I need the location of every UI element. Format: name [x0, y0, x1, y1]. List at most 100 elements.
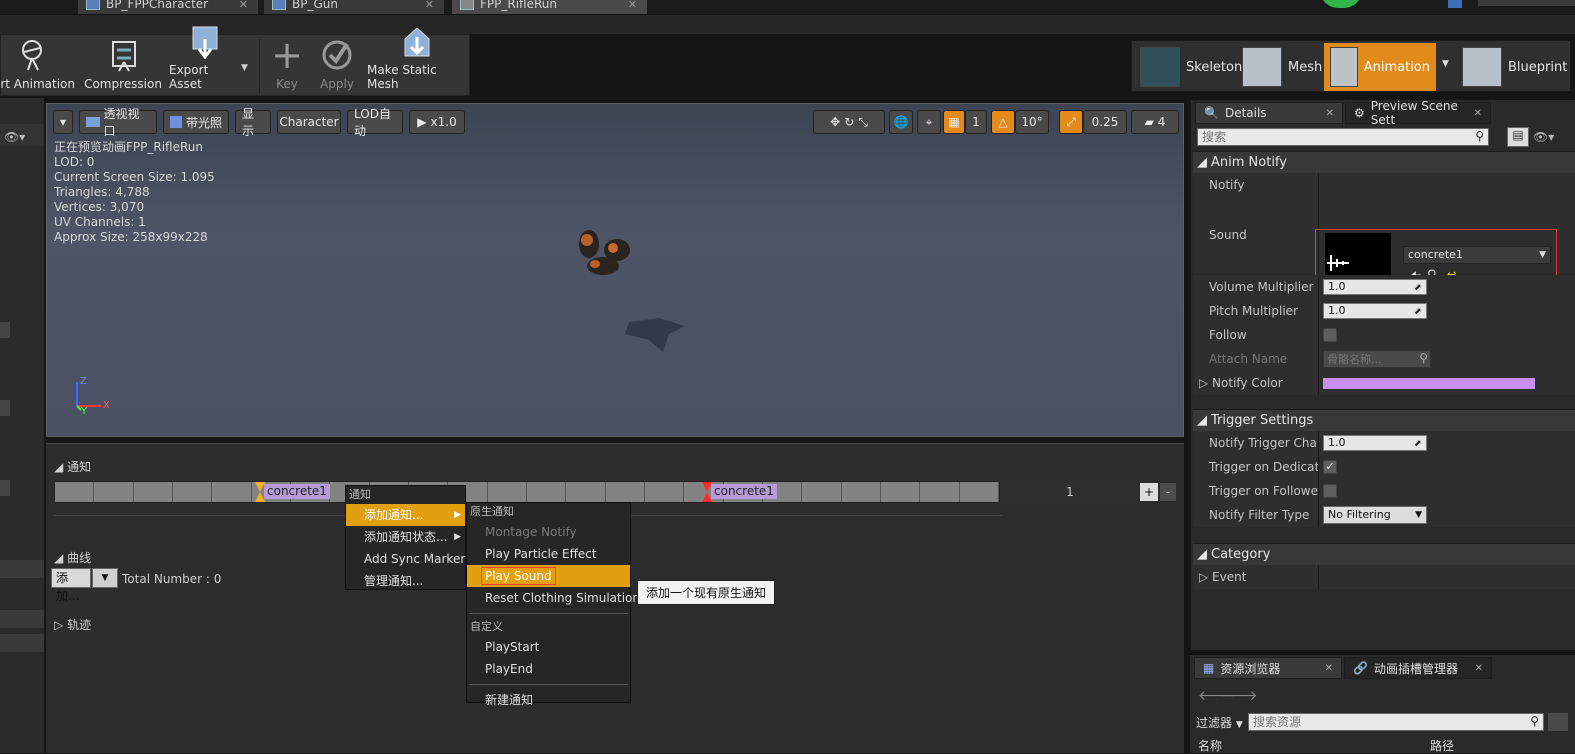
asset-search-box[interactable]: ⚲ — [1248, 713, 1544, 731]
details-search-box[interactable]: ⚲ — [1197, 128, 1489, 146]
category-anim-notify[interactable]: ◢ Anim Notify — [1193, 151, 1575, 173]
menu-item-add-sync-marker[interactable]: Add Sync Marker — [346, 548, 465, 570]
asset-search-input[interactable] — [1249, 714, 1519, 730]
tab-anim-slot-manager[interactable]: 🔗 动画插槽管理器 ✕ — [1344, 657, 1492, 679]
scale-snap-toggle[interactable]: ⤢ — [1059, 110, 1083, 134]
tab-details[interactable]: 🔍 Details ✕ — [1195, 102, 1343, 124]
details-search-input[interactable] — [1198, 129, 1466, 145]
doc-tab-bp-fppcharacter[interactable]: BP_FPPCharacter ✕ — [78, 0, 258, 14]
category-trigger-settings[interactable]: ◢ Trigger Settings — [1193, 409, 1575, 431]
chevron-down-icon[interactable]: ▼ — [1442, 59, 1449, 69]
category-category[interactable]: ◢ Category — [1193, 543, 1575, 565]
notify-track[interactable] — [54, 481, 1000, 503]
preview-viewport[interactable]: ▾ 透视视口 带光照 显示 Character LOD自动 ▶ x1.0 ✥ ↻… — [46, 103, 1184, 437]
tab-content-browser[interactable]: ▦ 资源浏览器 ✕ — [1194, 657, 1342, 679]
close-icon[interactable]: ✕ — [1326, 108, 1334, 119]
viewport-options-button[interactable]: ▾ — [53, 110, 73, 134]
move-icon[interactable]: ✥ — [830, 115, 840, 129]
apply-button[interactable]: Apply — [317, 37, 357, 95]
mode-mesh-button[interactable]: Mesh — [1236, 43, 1328, 91]
rotate-icon[interactable]: ↻ — [844, 115, 854, 129]
surface-snap-button[interactable]: ⌖ — [917, 110, 941, 134]
close-icon[interactable]: ✕ — [425, 0, 434, 11]
eye-icon[interactable]: 👁▾ — [1533, 130, 1554, 144]
window-controls[interactable] — [1478, 0, 1575, 6]
export-asset-button[interactable]: Export Asset — [169, 26, 241, 95]
doc-tab-bp-gun[interactable]: BP_Gun ✕ — [264, 0, 444, 14]
camera-speed-button[interactable]: ▰ 4 — [1131, 110, 1179, 134]
pitch-multiplier-field[interactable]: 1.0 ⬈ — [1323, 303, 1427, 319]
notify-color-swatch[interactable] — [1323, 377, 1535, 389]
left-panel-field[interactable] — [0, 322, 10, 338]
notify-chip-concrete1[interactable]: concrete1 — [264, 484, 330, 499]
perspective-button[interactable]: 透视视口 — [79, 107, 157, 138]
sound-asset-picker[interactable]: concrete1 ▼ — [1403, 246, 1551, 264]
menu-item-montage-notify[interactable]: Montage Notify — [467, 521, 630, 543]
asset-view-options-button[interactable] — [1548, 713, 1568, 731]
character-button[interactable]: Character — [277, 110, 341, 134]
menu-item-playstart[interactable]: PlayStart — [467, 636, 630, 658]
column-header-name[interactable]: 名称 — [1198, 737, 1222, 754]
show-button[interactable]: 显示 — [235, 107, 271, 138]
doc-tab-fpp-riflerun[interactable]: FPP_RifleRun ✕ — [452, 0, 647, 14]
attach-name-field[interactable]: ⚲ — [1323, 350, 1431, 368]
rotation-snap-value[interactable]: 10° — [1015, 110, 1049, 134]
character-mesh-preview[interactable] — [567, 222, 647, 292]
make-static-mesh-button[interactable]: Make Static Mesh — [367, 27, 467, 95]
close-icon[interactable]: ✕ — [1475, 663, 1483, 674]
chevron-down-icon[interactable]: ▼ — [241, 63, 248, 73]
playback-speed-button[interactable]: ▶ x1.0 — [409, 110, 465, 134]
menu-item-play-sound[interactable]: Play Sound — [467, 565, 630, 587]
add-curve-button[interactable]: 添加... — [51, 568, 91, 603]
column-header-path[interactable]: 路径 — [1430, 737, 1454, 754]
menu-item-play-particle-effect[interactable]: Play Particle Effect — [467, 543, 630, 565]
transform-tools[interactable]: ✥ ↻ ⤡ — [813, 110, 885, 134]
left-panel-field[interactable] — [0, 480, 10, 496]
lit-mode-button[interactable]: 带光照 — [163, 110, 229, 134]
mode-animation-button[interactable]: Animation — [1324, 43, 1436, 91]
menu-item-manage-notifies[interactable]: 管理通知... — [346, 570, 465, 592]
trigger-chance-field[interactable]: 1.0 ⬈ — [1323, 435, 1427, 451]
close-icon[interactable]: ✕ — [1325, 663, 1333, 674]
menu-item-add-notify[interactable]: 添加通知... ▶ — [346, 504, 465, 526]
view-options-button[interactable]: ▤ — [1507, 127, 1529, 147]
trigger-follower-checkbox[interactable] — [1323, 484, 1337, 498]
eye-icon[interactable]: 👁▾ — [4, 130, 25, 144]
menu-item-playend[interactable]: PlayEnd — [467, 658, 630, 680]
menu-item-reset-clothing[interactable]: Reset Clothing Simulation — [467, 587, 640, 609]
filter-button[interactable]: 过滤器 ▼ — [1196, 714, 1243, 731]
notification-icon[interactable] — [1448, 0, 1462, 8]
close-icon[interactable]: ✕ — [628, 0, 637, 11]
chevron-down-icon[interactable]: ▼ — [92, 568, 118, 588]
scale-icon[interactable]: ⤡ — [858, 115, 868, 130]
mode-skeleton-button[interactable]: Skeleton — [1134, 43, 1248, 91]
close-icon[interactable]: ✕ — [239, 0, 248, 11]
scale-snap-value[interactable]: 0.25 — [1083, 110, 1127, 134]
key-button[interactable]: + Key — [267, 36, 307, 95]
rotation-snap-toggle[interactable]: △ — [991, 110, 1015, 134]
mode-blueprint-button[interactable]: Blueprint — [1456, 43, 1573, 91]
close-icon[interactable]: ✕ — [1474, 108, 1482, 119]
menu-item-new-notify[interactable]: 新建通知 — [467, 689, 630, 711]
attach-name-input[interactable] — [1324, 351, 1414, 367]
filter-type-dropdown[interactable]: No Filtering ▼ — [1323, 506, 1427, 524]
compression-button[interactable]: Compression — [84, 37, 162, 95]
add-track-button[interactable]: + — [1140, 483, 1158, 501]
tab-preview-scene-settings[interactable]: ⚙ Preview Scene Sett ✕ — [1345, 99, 1491, 127]
world-local-toggle[interactable]: 🌐 — [889, 110, 913, 134]
left-panel-field[interactable] — [0, 400, 10, 416]
follow-checkbox[interactable] — [1323, 328, 1337, 342]
lod-button[interactable]: LOD自动 — [347, 107, 403, 138]
notifies-section-header[interactable]: ◢ 通知 — [54, 458, 91, 475]
notify-chip-concrete1-selected[interactable]: concrete1 — [711, 484, 777, 499]
trigger-dedicated-checkbox[interactable]: ✓ — [1323, 460, 1337, 474]
export-animation-button[interactable]: ort Animation — [0, 37, 75, 95]
remove-track-button[interactable]: - — [1160, 483, 1176, 501]
curves-section-header[interactable]: ◢ 曲线 — [54, 549, 91, 566]
grid-snap-value[interactable]: 1 — [965, 110, 987, 134]
tracks-section-header[interactable]: ▷ 轨迹 — [54, 616, 91, 633]
menu-item-add-notify-state[interactable]: 添加通知状态... ▶ — [346, 526, 465, 548]
volume-multiplier-field[interactable]: 1.0 ⬈ — [1323, 279, 1427, 295]
forward-arrow-icon[interactable]: 🡒 — [1220, 687, 1258, 704]
grid-snap-toggle[interactable]: ▦ — [943, 110, 965, 134]
